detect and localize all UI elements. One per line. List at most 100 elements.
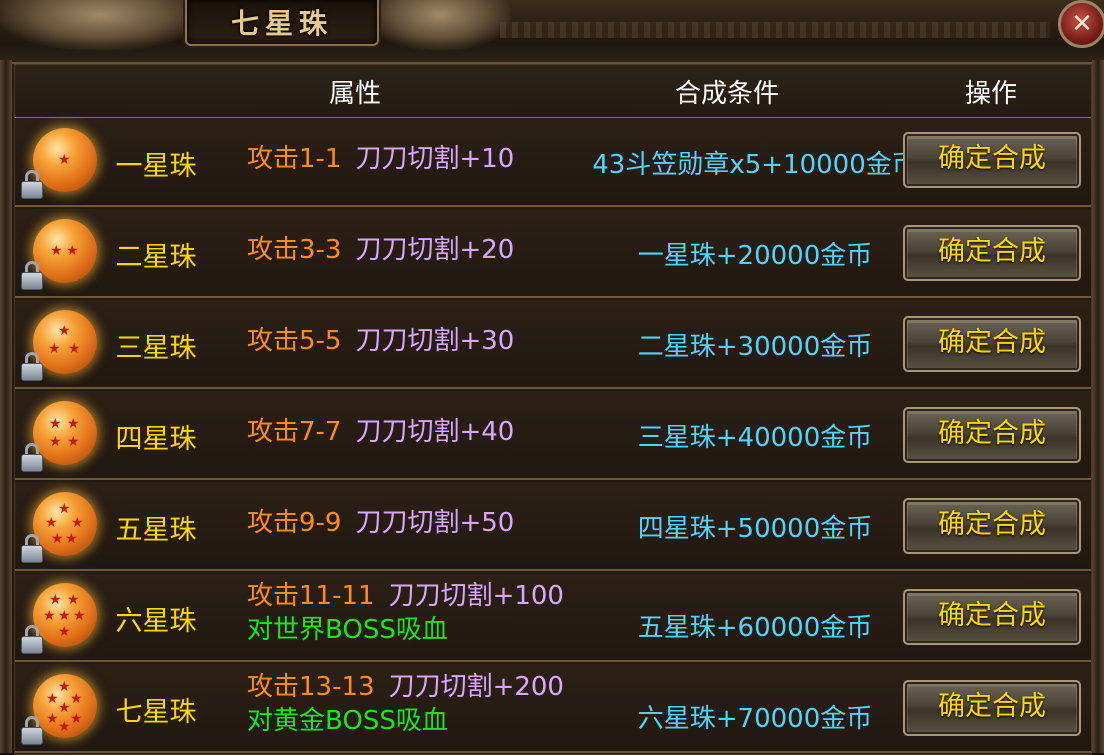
title-bar-pattern — [500, 22, 1050, 38]
table-row: ★ ★ ★ ★ 四星珠 攻击7-7 刀刀切割+40 三星珠+40000金币 确定合成 — [15, 391, 1091, 480]
ornament-left — [0, 0, 200, 50]
star-icon: ★ — [70, 711, 83, 727]
star-icon: ★ — [58, 608, 71, 624]
star-icon: ★ — [58, 323, 71, 339]
synthesis-condition: 二星珠+30000金币 — [637, 332, 873, 362]
star-icon: ★ — [66, 243, 79, 259]
header-attribute: 属性 — [328, 79, 381, 109]
table-row: ★ ★ ★ ★ ★ 五星珠 攻击9-9 刀刀切割+50 四星珠+50000金币 确定合成 — [15, 482, 1091, 571]
title-bar: 七星珠 ✕ — [0, 0, 1104, 64]
table-header: 属性 合成条件 操作 — [15, 65, 1091, 118]
item-name: 三星珠 — [115, 333, 197, 364]
star-icon: ★ — [70, 691, 83, 707]
attack-value: 攻击11-11 — [247, 581, 375, 611]
item-name: 六星珠 — [115, 606, 197, 637]
window-title: 七星珠 — [230, 7, 333, 40]
star-icon: ★ — [58, 152, 71, 168]
star-icon: ★ — [58, 719, 71, 735]
dragon-ball-item[interactable]: ★ ★ ★ — [21, 308, 105, 386]
item-name: 一星珠 — [115, 151, 197, 182]
item-name: 七星珠 — [115, 697, 197, 728]
synthesis-table: 属性 合成条件 操作 ★ 一星珠 攻击1-1 刀刀切割+10 43斗笠勋章x5+1000… — [14, 64, 1092, 755]
item-attributes: 攻击3-3 刀刀切割+20 — [247, 233, 514, 267]
ornament-right — [370, 0, 510, 50]
table-row: ★ ★ ★ ★ ★ ★ ★ 七星珠 攻击13-13 刀刀切割+200 对黄金BOSS吸血 六星珠+70… — [15, 664, 1091, 753]
star-icon: ★ — [58, 700, 71, 716]
confirm-synthesis-button[interactable]: 确定合成 — [903, 316, 1081, 372]
lock-icon — [21, 352, 45, 382]
synthesis-condition: 四星珠+50000金币 — [637, 514, 873, 544]
table-row: ★ 一星珠 攻击1-1 刀刀切割+10 43斗笠勋章x5+10000金币 确定合成 — [15, 118, 1091, 207]
confirm-synthesis-button[interactable]: 确定合成 — [903, 498, 1081, 554]
skill-value: 刀刀切割+20 — [355, 235, 515, 265]
dialog-window: 七星珠 ✕ 属性 合成条件 操作 ★ 一星珠 攻击1-1 刀刀切割+10 43斗笠勋章x… — [0, 0, 1104, 755]
skill-value: 刀刀切割+30 — [355, 326, 515, 356]
frame-border-right — [1092, 60, 1104, 753]
item-name: 五星珠 — [115, 515, 197, 546]
frame-border-left — [0, 60, 12, 753]
dragon-ball-item[interactable]: ★ ★ — [21, 217, 105, 295]
attack-value: 攻击13-13 — [247, 672, 375, 702]
synthesis-condition: 五星珠+60000金币 — [637, 613, 873, 643]
skill-value: 刀刀切割+100 — [388, 581, 564, 611]
star-icon: ★ — [58, 679, 71, 695]
star-icon: ★ — [46, 711, 59, 727]
synthesis-condition: 六星珠+70000金币 — [637, 704, 873, 734]
close-button[interactable]: ✕ — [1058, 0, 1104, 48]
item-attributes: 攻击7-7 刀刀切割+40 — [247, 415, 514, 449]
star-icon: ★ — [68, 341, 81, 357]
table-row: ★ ★ ★ ★ ★ ★ 六星珠 攻击11-11 刀刀切割+100 对世界BOSS吸血 五星珠+600… — [15, 573, 1091, 662]
skill-value: 刀刀切割+10 — [355, 144, 515, 174]
star-icon: ★ — [67, 434, 80, 450]
item-attributes: 攻击1-1 刀刀切割+10 — [247, 142, 514, 176]
attack-value: 攻击5-5 — [247, 326, 342, 356]
close-icon: ✕ — [1071, 9, 1093, 39]
dragon-ball-item[interactable]: ★ — [21, 126, 105, 204]
star-icon: ★ — [43, 608, 56, 624]
star-icon: ★ — [67, 592, 80, 608]
confirm-synthesis-button[interactable]: 确定合成 — [903, 407, 1081, 463]
star-icon: ★ — [65, 531, 78, 547]
attack-value: 攻击9-9 — [247, 508, 342, 538]
title-plate: 七星珠 — [185, 0, 379, 46]
item-attributes: 攻击13-13 刀刀切割+200 对黄金BOSS吸血 — [247, 670, 564, 738]
dragon-ball-item[interactable]: ★ ★ ★ ★ — [21, 399, 105, 477]
star-icon: ★ — [71, 515, 84, 531]
header-operation: 操作 — [964, 79, 1017, 109]
boss-effect: 对黄金BOSS吸血 — [247, 706, 448, 736]
star-icon: ★ — [50, 243, 63, 259]
star-icon: ★ — [58, 501, 71, 517]
item-attributes: 攻击11-11 刀刀切割+100 对世界BOSS吸血 — [247, 579, 564, 647]
lock-icon — [21, 625, 45, 655]
star-icon: ★ — [49, 434, 62, 450]
synthesis-condition: 三星珠+40000金币 — [637, 423, 873, 453]
skill-value: 刀刀切割+40 — [355, 417, 515, 447]
confirm-synthesis-button[interactable]: 确定合成 — [903, 680, 1081, 736]
dragon-ball-item[interactable]: ★ ★ ★ ★ ★ — [21, 490, 105, 568]
star-icon: ★ — [73, 608, 86, 624]
dragon-ball-item[interactable]: ★ ★ ★ ★ ★ ★ — [21, 581, 105, 659]
synthesis-condition: 一星珠+20000金币 — [637, 241, 873, 271]
boss-effect: 对世界BOSS吸血 — [247, 615, 448, 645]
lock-icon — [21, 443, 45, 473]
lock-icon — [21, 716, 45, 746]
skill-value: 刀刀切割+50 — [355, 508, 515, 538]
attack-value: 攻击1-1 — [247, 144, 342, 174]
dragon-ball-item[interactable]: ★ ★ ★ ★ ★ ★ ★ — [21, 672, 105, 750]
star-icon: ★ — [46, 691, 59, 707]
skill-value: 刀刀切割+200 — [388, 672, 564, 702]
table-row: ★ ★ 二星珠 攻击3-3 刀刀切割+20 一星珠+20000金币 确定合成 — [15, 209, 1091, 298]
star-icon: ★ — [67, 416, 80, 432]
synthesis-condition: 43斗笠勋章x5+10000金币 — [592, 150, 918, 180]
star-icon: ★ — [45, 515, 58, 531]
confirm-synthesis-button[interactable]: 确定合成 — [903, 132, 1081, 188]
star-icon: ★ — [49, 416, 62, 432]
header-condition: 合成条件 — [674, 79, 779, 109]
confirm-synthesis-button[interactable]: 确定合成 — [903, 225, 1081, 281]
item-name: 二星珠 — [115, 242, 197, 273]
lock-icon — [21, 261, 45, 291]
item-attributes: 攻击5-5 刀刀切割+30 — [247, 324, 514, 358]
confirm-synthesis-button[interactable]: 确定合成 — [903, 589, 1081, 645]
item-name: 四星珠 — [115, 424, 197, 455]
table-row: ★ ★ ★ 三星珠 攻击5-5 刀刀切割+30 二星珠+30000金币 确定合成 — [15, 300, 1091, 389]
